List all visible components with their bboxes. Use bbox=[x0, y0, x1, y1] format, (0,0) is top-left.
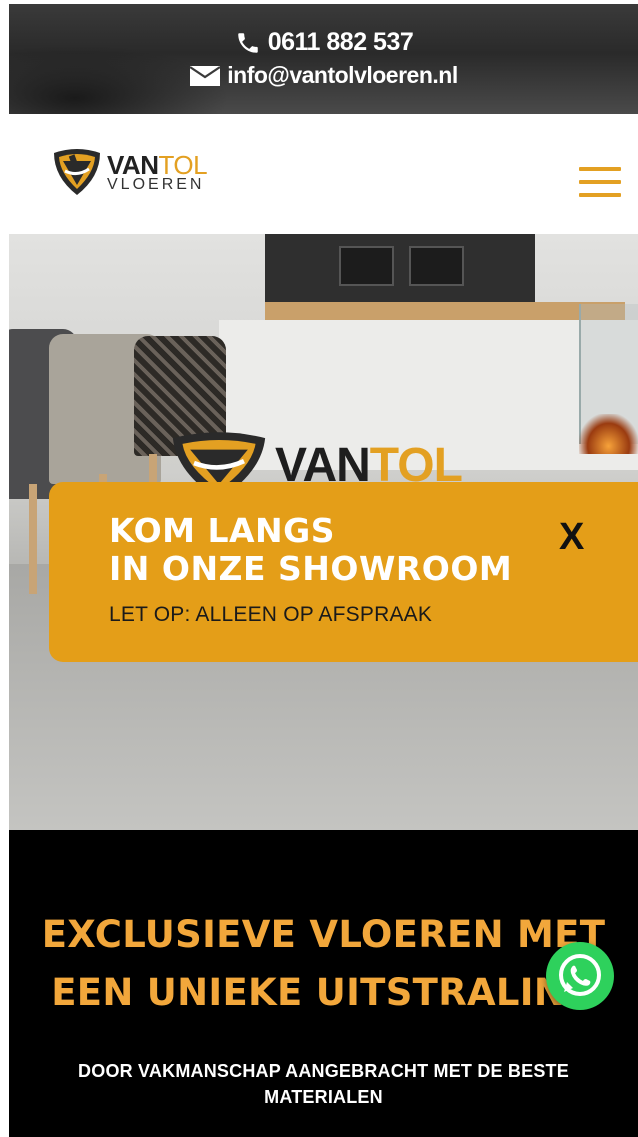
phone-icon bbox=[237, 32, 258, 53]
site-header: VANTOL VLOEREN bbox=[9, 114, 638, 234]
logo-van: VAN bbox=[107, 149, 159, 180]
email-link[interactable]: info@vantolvloeren.nl bbox=[9, 62, 638, 89]
phone-number: 0611 882 537 bbox=[267, 28, 414, 56]
email-address: info@vantolvloeren.nl bbox=[227, 62, 458, 88]
page: 0611 882 537 info@vantolvloeren.nl VANTO… bbox=[9, 4, 638, 1137]
site-logo[interactable]: VANTOL VLOEREN bbox=[51, 147, 208, 197]
promo-subtitle: DOOR VAKMANSCHAP AANGEBRACHT MET DE BEST… bbox=[78, 1061, 569, 1107]
phone-link[interactable]: 0611 882 537 bbox=[9, 28, 638, 57]
hamburger-menu-icon[interactable] bbox=[579, 167, 621, 197]
popup-close-button[interactable]: X bbox=[559, 516, 584, 559]
whatsapp-icon bbox=[559, 954, 601, 996]
promo-headline: EXCLUSIEVE VLOEREN MET EEN UNIEKE UITSTR… bbox=[41, 913, 606, 1014]
popup-title: KOM LANGS IN ONZE SHOWROOM bbox=[109, 511, 513, 588]
vantol-emblem-icon bbox=[54, 149, 100, 195]
whatsapp-button[interactable] bbox=[546, 942, 614, 1010]
logo-vloeren: VLOEREN bbox=[107, 175, 205, 193]
showroom-popup[interactable]: KOM LANGS IN ONZE SHOWROOM LET OP: ALLEE… bbox=[49, 482, 638, 662]
popup-note: LET OP: ALLEEN OP AFSPRAAK bbox=[109, 603, 433, 626]
envelope-icon bbox=[189, 65, 221, 86]
contact-bar: 0611 882 537 info@vantolvloeren.nl bbox=[9, 4, 638, 114]
promo-section: EXCLUSIEVE VLOEREN MET EEN UNIEKE UITSTR… bbox=[9, 830, 638, 1137]
logo-tol: TOL bbox=[158, 149, 208, 180]
